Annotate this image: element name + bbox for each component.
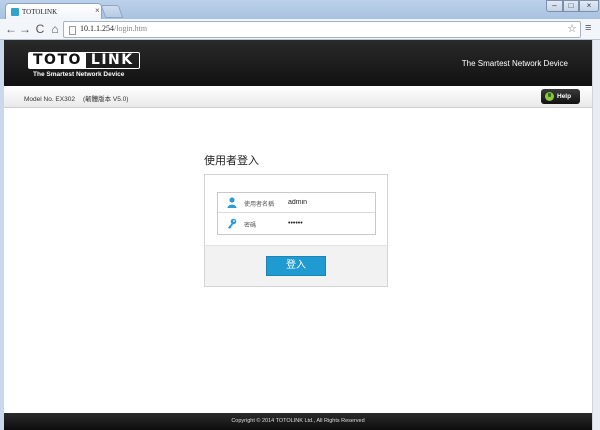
totolink-logo: TOTO LINK The Smartest Network Device <box>28 52 140 78</box>
login-button[interactable]: 登入 <box>266 256 326 276</box>
site-header: TOTO LINK The Smartest Network Device Th… <box>4 40 592 86</box>
vertical-scrollbar[interactable] <box>592 40 600 430</box>
logo-text-link: LINK <box>90 52 134 68</box>
site-footer: Copyright © 2014 TOTOLINK Ltd., All Righ… <box>4 413 592 430</box>
window-maximize-button[interactable]: □ <box>563 0 579 12</box>
help-icon <box>545 92 554 101</box>
window-close-button[interactable]: × <box>579 0 599 12</box>
browser-titlebar: TOTOLINK × – □ × <box>0 0 600 20</box>
totolink-favicon-icon <box>11 8 19 16</box>
url-path: /login.htm <box>114 24 148 33</box>
url-text[interactable]: 10.1.1.254/login.htm <box>80 24 147 33</box>
browser-tab[interactable]: TOTOLINK × <box>5 3 102 20</box>
username-row: 使用者名稱 <box>218 193 375 213</box>
bookmark-star-icon[interactable]: ☆ <box>567 22 577 35</box>
firmware-version: (韌體版本 V5.0) <box>82 96 129 103</box>
logo-text-toto: TOTO <box>29 53 86 68</box>
home-icon[interactable]: ⌂ <box>48 21 62 37</box>
back-arrow-icon[interactable]: ← <box>4 21 18 37</box>
logo-tagline: The Smartest Network Device <box>33 71 125 78</box>
new-tab-button[interactable] <box>100 5 124 18</box>
browser-menu-icon[interactable]: ≡ <box>585 22 591 34</box>
help-label: Help <box>557 93 572 100</box>
copyright-text: Copyright © 2014 TOTOLINK Ltd., All Righ… <box>231 418 365 424</box>
page-icon <box>69 26 76 35</box>
header-slogan: The Smartest Network Device <box>461 59 568 68</box>
login-panel: 使用者名稱 密碼 登入 <box>204 174 388 287</box>
password-row: 密碼 <box>218 214 375 234</box>
help-button[interactable]: Help <box>541 89 580 104</box>
url-host: 10.1.1.254 <box>80 24 114 33</box>
login-fields-box: 使用者名稱 密碼 <box>217 192 376 235</box>
window-minimize-button[interactable]: – <box>546 0 563 12</box>
reload-icon[interactable]: C <box>33 21 47 37</box>
password-label: 密碼 <box>244 223 257 229</box>
tab-title: TOTOLINK <box>22 8 58 16</box>
model-bar: Model No. EX302 (韌體版本 V5.0) Help <box>4 86 592 108</box>
username-input[interactable] <box>288 196 370 209</box>
tab-close-icon[interactable]: × <box>95 6 100 15</box>
username-label: 使用者名稱 <box>244 202 275 208</box>
login-title: 使用者登入 <box>204 155 259 167</box>
model-number: Model No. EX302 <box>24 96 75 103</box>
browser-toolbar: ← → C ⌂ 10.1.1.254/login.htm ☆ ≡ <box>0 19 600 40</box>
page-viewport: TOTO LINK The Smartest Network Device Th… <box>4 40 592 430</box>
key-icon <box>228 218 237 229</box>
forward-arrow-icon[interactable]: → <box>18 21 32 37</box>
model-info: Model No. EX302 (韌體版本 V5.0) <box>24 93 128 103</box>
user-icon <box>227 197 237 208</box>
address-bar[interactable]: 10.1.1.254/login.htm ☆ <box>63 21 581 38</box>
password-input[interactable] <box>288 217 370 230</box>
login-actions: 登入 <box>205 245 387 286</box>
